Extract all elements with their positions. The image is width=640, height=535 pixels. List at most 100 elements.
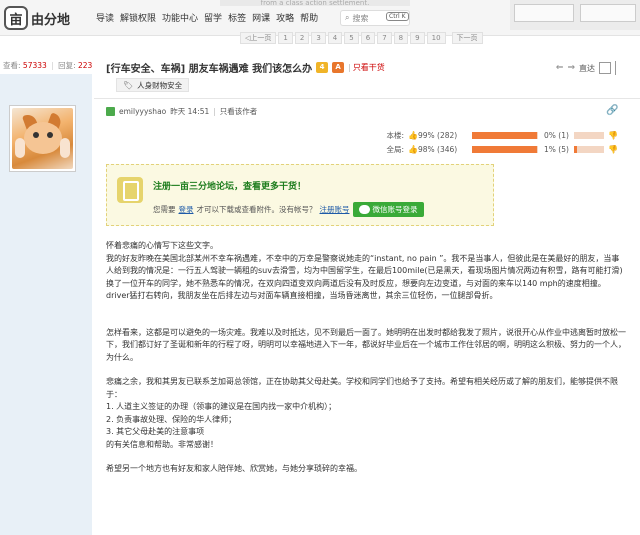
replies-label: 回复: bbox=[58, 61, 76, 70]
rating-row: 全局: 👍 98% (346) 1% (5) 👎 bbox=[376, 142, 618, 156]
post-list-item: 1. 人道主义签证的办理（领事的建议是在国内找一家中介机构）； bbox=[106, 402, 337, 411]
search-shortcut-badge: Ctrl K bbox=[386, 12, 409, 21]
thread-title-row: [行车安全、车祸] 朋友车祸遇难 我们该怎么办 4 A | 只看干货 bbox=[106, 60, 385, 75]
author-row: emilyyyshao 昨天 14:51 | 只看该作者 bbox=[106, 106, 257, 117]
author-name[interactable]: emilyyyshao bbox=[119, 107, 166, 116]
pager-page[interactable]: 5 bbox=[344, 32, 359, 44]
pager-page[interactable]: 7 bbox=[377, 32, 392, 44]
author-separator: | bbox=[213, 107, 216, 116]
link-icon[interactable]: 🔗 bbox=[606, 105, 618, 116]
pager-page[interactable]: 9 bbox=[410, 32, 425, 44]
register-line: 您需要 登录 才可以下载或查看附件。没有帐号？ 注册账号 微信账号登录 bbox=[153, 202, 424, 217]
stats-separator: | bbox=[51, 61, 54, 70]
top-right-box-2[interactable] bbox=[580, 4, 636, 22]
site-logo[interactable]: 亩 由分地 bbox=[4, 3, 88, 33]
pager-page[interactable]: 3 bbox=[311, 32, 326, 44]
negative-bar-fill bbox=[574, 145, 577, 153]
post-paragraph: 我的好友昨晚在美国北部某州不幸车祸遇难，不幸中的万幸是警察说她走的“instan… bbox=[106, 253, 623, 301]
pagination: ◁上一页 1 2 3 4 5 6 7 8 9 10 下一页 bbox=[240, 32, 483, 44]
rating-label: 全局: bbox=[386, 144, 404, 154]
post-time: 昨天 14:51 bbox=[170, 107, 210, 116]
post-paragraph: 怀着悲痛的心情写下这些文字。 bbox=[106, 241, 218, 250]
avatar[interactable] bbox=[9, 105, 76, 172]
post-body: 怀着悲痛的心情写下这些文字。 我的好友昨晚在美国北部某州不幸车祸遇难，不幸中的万… bbox=[106, 240, 626, 476]
views-count: 57333 bbox=[22, 61, 47, 70]
banner-hint: from a class action settlement. bbox=[220, 0, 410, 6]
avatar-image bbox=[12, 108, 73, 169]
thread-tag[interactable]: 🏷 人身财物安全 bbox=[116, 78, 190, 92]
jump-input[interactable] bbox=[599, 62, 611, 74]
rating-negative: 1% (5) bbox=[544, 144, 569, 154]
top-right-box-1[interactable] bbox=[514, 4, 574, 22]
register-mid-text: 才可以下载或查看附件。没有帐号？ bbox=[196, 205, 317, 214]
only-useful-link[interactable]: | 只看干货 bbox=[348, 62, 385, 73]
thumbs-down-icon[interactable]: 👎 bbox=[608, 131, 618, 140]
signup-link[interactable]: 注册账号 bbox=[320, 204, 350, 215]
top-right-panel bbox=[510, 0, 640, 30]
pager-next[interactable]: 下一页 bbox=[451, 32, 483, 44]
jump-label: 直达 bbox=[579, 63, 595, 73]
user-icon bbox=[106, 107, 115, 116]
logo-text: 由分地 bbox=[31, 12, 71, 28]
positive-bar-fill bbox=[472, 145, 537, 153]
register-icon bbox=[117, 177, 143, 203]
views-label: 查看: bbox=[3, 61, 21, 70]
rating-negative: 0% (1) bbox=[544, 130, 569, 140]
pager-prev[interactable]: ◁上一页 bbox=[240, 32, 277, 44]
header-divider bbox=[94, 98, 640, 99]
nav-item-guides[interactable]: 攻略 bbox=[276, 11, 294, 24]
thumbs-up-icon[interactable]: 👍 bbox=[408, 131, 418, 140]
post-paragraph: 的有关信息和帮助。非常感谢！ bbox=[106, 439, 218, 449]
top-navbar: 亩 由分地 from a class action settlement. 导读… bbox=[0, 0, 640, 36]
only-useful-label: 只看干货 bbox=[352, 63, 385, 72]
thumbs-down-icon[interactable]: 👎 bbox=[608, 145, 618, 154]
next-thread-icon[interactable]: ⇒ bbox=[567, 63, 575, 73]
wechat-icon bbox=[358, 205, 370, 214]
nav-item-guide[interactable]: 导读 bbox=[96, 11, 114, 24]
pager-page[interactable]: 8 bbox=[393, 32, 409, 44]
nav-item-tags[interactable]: 标签 bbox=[228, 11, 246, 24]
register-need-text: 您需要 bbox=[153, 205, 176, 214]
pager-page[interactable]: 2 bbox=[294, 32, 310, 44]
prev-thread-icon[interactable]: ⇐ bbox=[556, 63, 564, 73]
rating-positive: 99% (282) bbox=[418, 130, 458, 140]
thread-title: [行车安全、车祸] 朋友车祸遇难 我们该怎么办 bbox=[106, 64, 313, 75]
rating-positive: 98% (346) bbox=[418, 144, 458, 154]
pager-page[interactable]: 10 bbox=[426, 32, 446, 44]
nav-item-help[interactable]: 帮助 bbox=[300, 11, 318, 24]
digest-badge-icon: 4 bbox=[316, 62, 329, 73]
nav-item-features[interactable]: 功能中心 bbox=[162, 11, 198, 24]
nav-item-unlock[interactable]: 解锁权限 bbox=[120, 11, 156, 24]
positive-bar bbox=[472, 131, 538, 139]
nav-item-study-abroad[interactable]: 留学 bbox=[204, 11, 222, 24]
rating-panel: 本楼: 👍 99% (282) 0% (1) 👎 全局: 👍 98% (346)… bbox=[376, 128, 618, 156]
post-paragraph: 悲痛之余，我和其男友已联系芝加哥总领馆，正在协助其父母赴美。学校和同学们也给予了… bbox=[106, 377, 618, 399]
post-paragraph: 怎样看来，这都是可以避免的一场灾难。我难以及时抵达，见不到最后一面了。她明明在出… bbox=[106, 327, 626, 362]
login-link[interactable]: 登录 bbox=[179, 204, 194, 215]
rating-label: 本楼: bbox=[386, 130, 404, 140]
logo-icon: 亩 bbox=[4, 6, 28, 30]
pager-page[interactable]: 6 bbox=[360, 32, 376, 44]
pager-page[interactable]: 4 bbox=[327, 32, 343, 44]
register-prompt: 注册一亩三分地论坛，查看更多干货！ 您需要 登录 才可以下载或查看附件。没有帐号… bbox=[106, 164, 494, 226]
search-label: 搜索 bbox=[352, 13, 369, 23]
title-separator: | bbox=[348, 63, 351, 72]
post-main: [行车安全、车祸] 朋友车祸遇难 我们该怎么办 4 A | 只看干货 ⇐ ⇒ 直达… bbox=[94, 50, 640, 535]
positive-bar bbox=[472, 145, 538, 153]
thumbs-up-icon[interactable]: 👍 bbox=[408, 145, 418, 154]
nav-item-courses[interactable]: 网课 bbox=[252, 11, 270, 24]
register-title: 注册一亩三分地论坛，查看更多干货！ bbox=[153, 182, 307, 192]
only-author-link[interactable]: 只看该作者 bbox=[220, 106, 258, 117]
post-paragraph: 希望另一个地方也有好友和家人陪伴她、欣赏她，与她分享琐碎的幸福。 bbox=[106, 464, 362, 473]
thread-stats: 查看: 57333 | 回复: 223 bbox=[3, 60, 92, 71]
tag-label: 人身财物安全 bbox=[137, 80, 183, 90]
negative-bar bbox=[574, 131, 604, 139]
search-icon: ⌕ bbox=[345, 13, 350, 22]
post-list-item: 3. 其它父母赴美的注意事项 bbox=[106, 427, 205, 436]
replies-count: 223 bbox=[78, 61, 93, 70]
wechat-login-button[interactable]: 微信账号登录 bbox=[352, 202, 424, 217]
thread-nav: ⇐ ⇒ 直达 bbox=[556, 61, 616, 75]
rating-row: 本楼: 👍 99% (282) 0% (1) 👎 bbox=[376, 128, 618, 142]
pager-page[interactable]: 1 bbox=[278, 32, 293, 44]
nav-menu: 导读 解锁权限 功能中心 留学 标签 网课 攻略 帮助 bbox=[96, 11, 318, 24]
